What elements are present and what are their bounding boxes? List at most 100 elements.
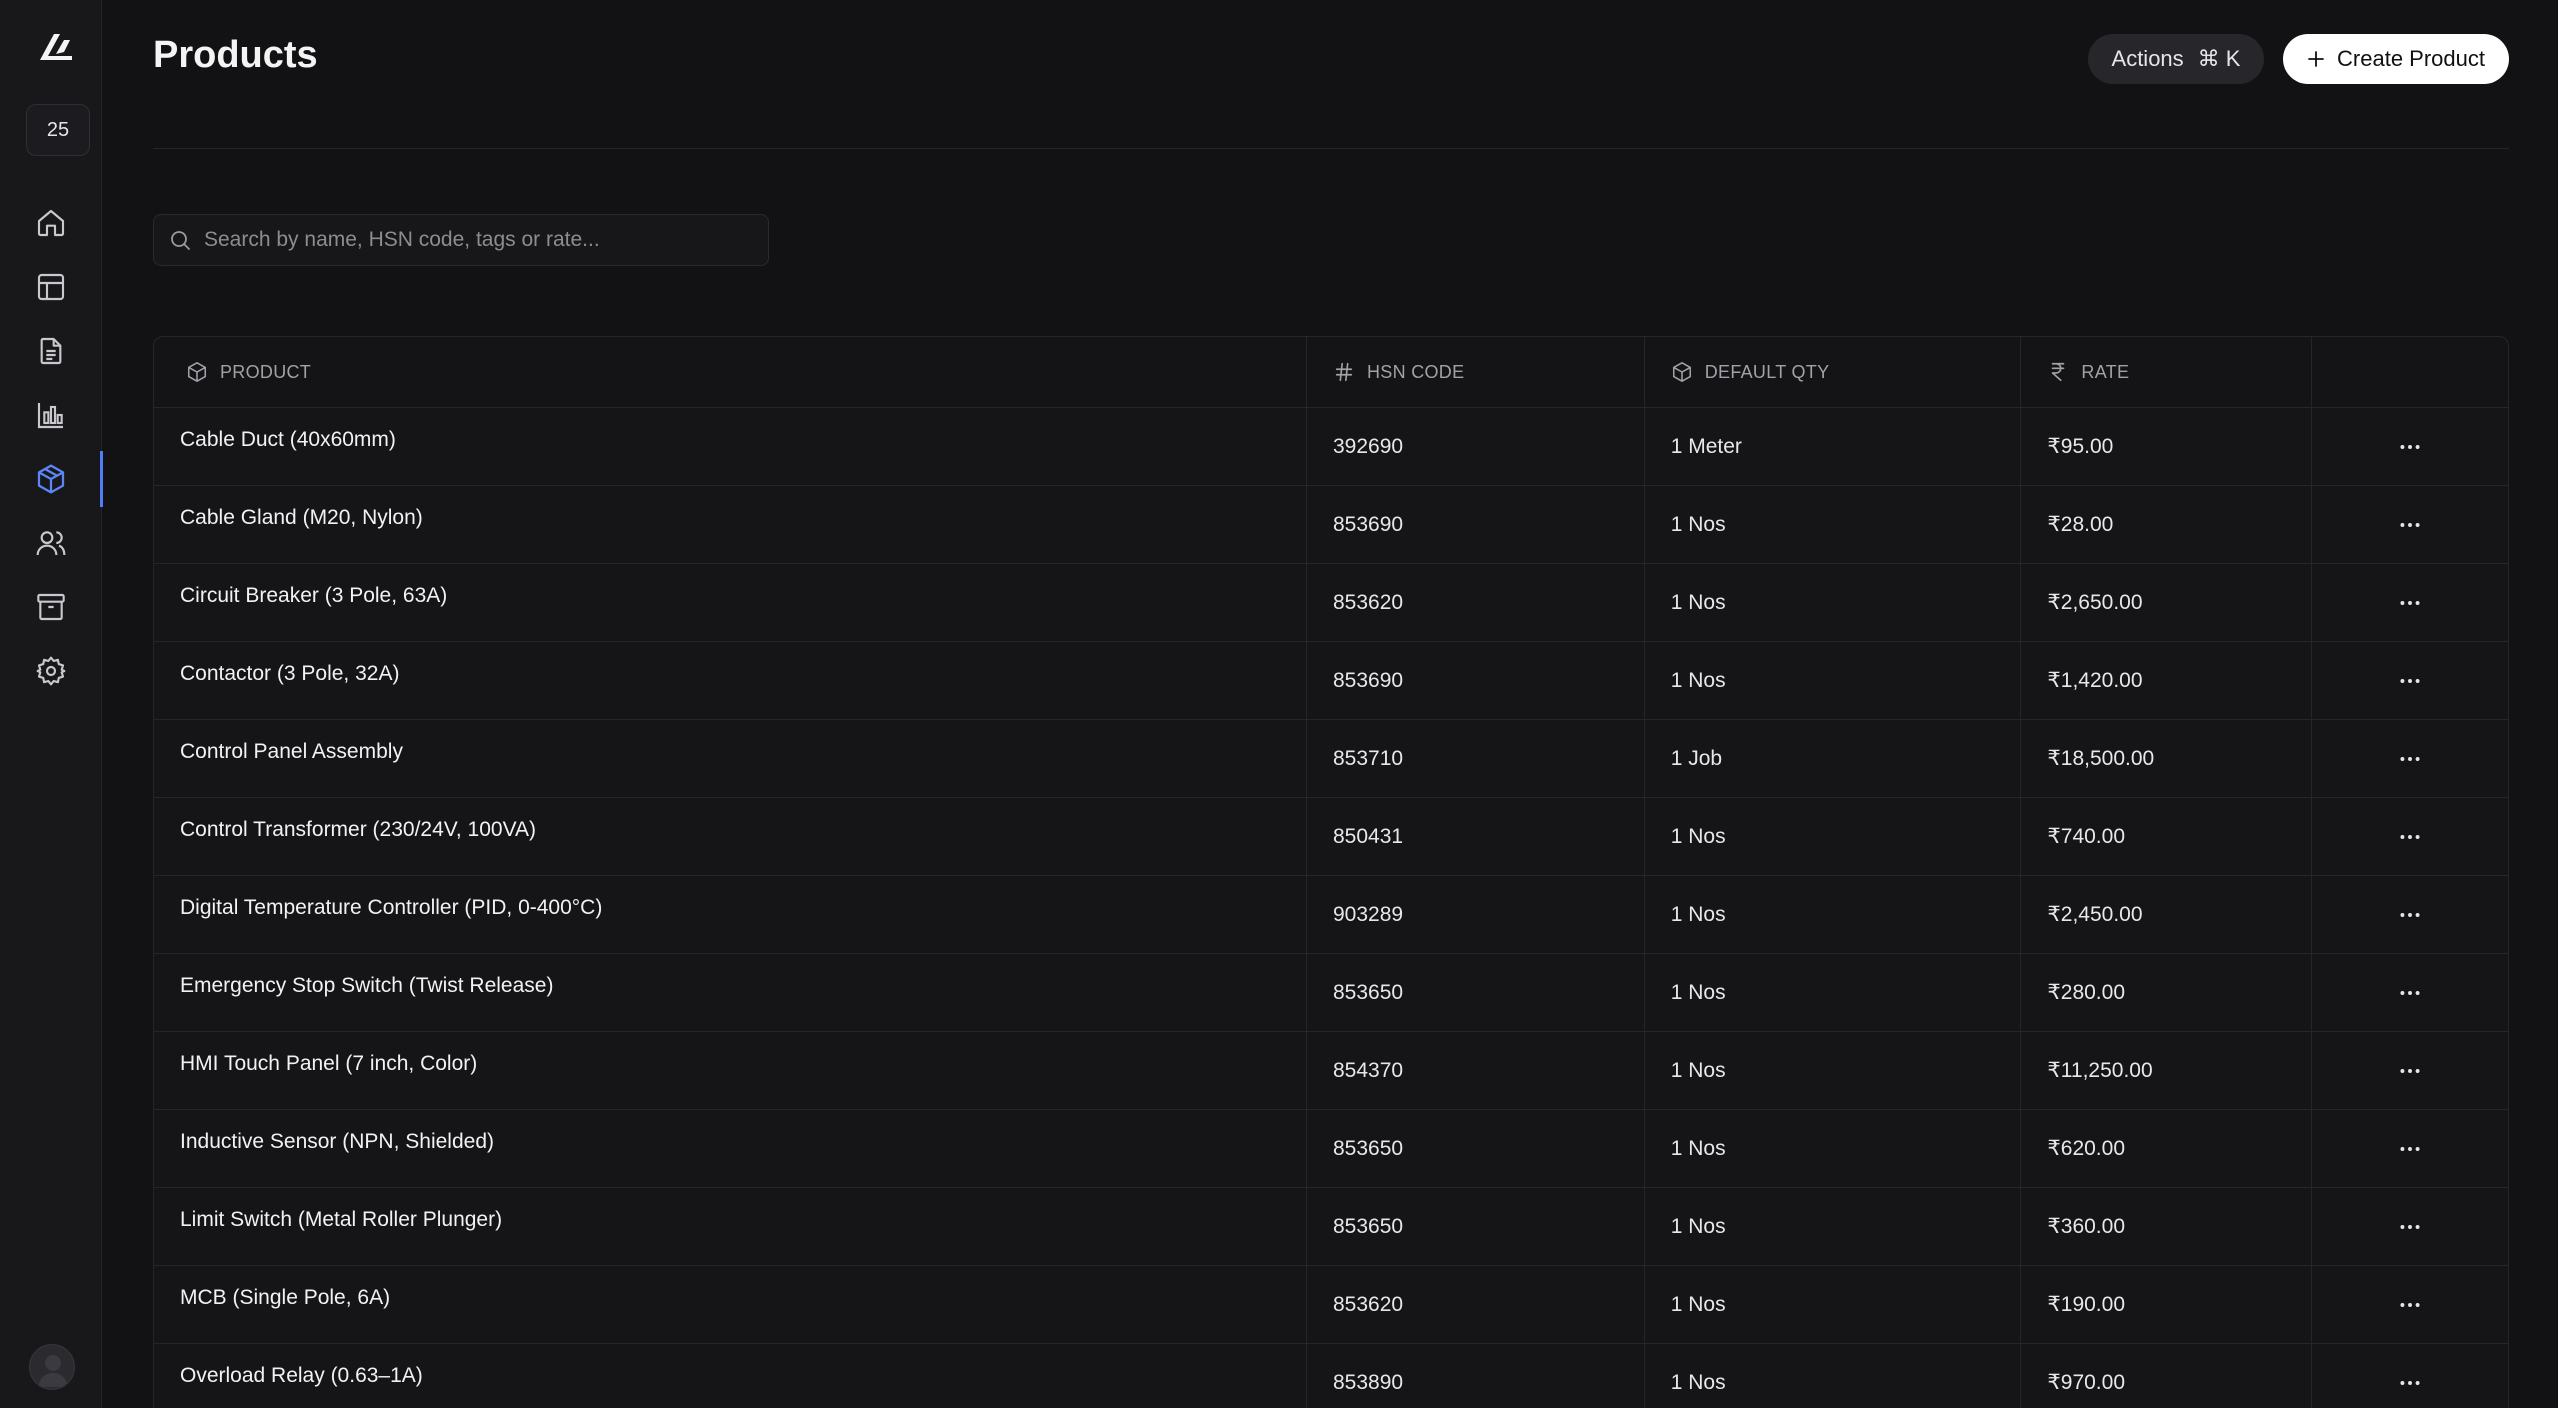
product-name[interactable]: Inductive Sensor (NPN, Shielded) [154,1110,1307,1187]
table-row[interactable]: Digital Temperature Controller (PID, 0-4… [154,876,2508,954]
rate: ₹190.00 [2021,1266,2313,1343]
row-actions-button[interactable] [2312,1266,2508,1343]
table-row[interactable]: MCB (Single Pole, 6A) 853620 1 Nos ₹190.00 [154,1266,2508,1344]
create-product-button[interactable]: Create Product [2283,34,2509,84]
more-horizontal-icon [2400,600,2420,605]
row-actions-button[interactable] [2312,1344,2508,1408]
nav-settings[interactable] [0,643,102,699]
row-actions-button[interactable] [2312,1110,2508,1187]
table-row[interactable]: Cable Gland (M20, Nylon) 853690 1 Nos ₹28.0… [154,486,2508,564]
more-horizontal-icon [2400,1146,2420,1151]
nav-reports[interactable] [0,387,102,443]
rate: ₹18,500.00 [2021,720,2313,797]
nav-archive[interactable] [0,579,102,635]
more-horizontal-icon [2400,1224,2420,1229]
default-qty: 1 Nos [1645,798,2022,875]
product-name[interactable]: Cable Gland (M20, Nylon) [154,486,1307,563]
more-horizontal-icon [2400,834,2420,839]
product-name[interactable]: Cable Duct (40x60mm) [154,408,1307,485]
document-icon [40,337,62,365]
column-hsn-code-label: HSN CODE [1367,361,1465,382]
hash-icon [1335,362,1353,382]
default-qty: 1 Nos [1645,1344,2022,1408]
row-actions-button[interactable] [2312,1188,2508,1265]
workspace-badge[interactable]: 25 [26,104,90,156]
default-qty: 1 Nos [1645,1110,2022,1187]
row-actions-button[interactable] [2312,954,2508,1031]
row-actions-button[interactable] [2312,1032,2508,1109]
column-product-label: PRODUCT [220,361,312,382]
column-rate[interactable]: RATE [2021,337,2313,407]
column-default-qty[interactable]: DEFAULT QTY [1645,337,2022,407]
rate: ₹11,250.00 [2021,1032,2313,1109]
rate: ₹280.00 [2021,954,2313,1031]
product-name[interactable]: Limit Switch (Metal Roller Plunger) [154,1188,1307,1265]
table-row[interactable]: Overload Relay (0.63–1A) 853890 1 Nos ₹970.… [154,1344,2508,1408]
app-logo[interactable] [38,32,74,62]
nav-documents[interactable] [0,323,102,379]
products-table: PRODUCT HSN CODE DEFAULT QTY RATE Cable … [153,336,2509,1408]
row-actions-button[interactable] [2312,564,2508,641]
default-qty: 1 Nos [1645,564,2022,641]
table-row[interactable]: Control Transformer (230/24V, 100VA) 8504… [154,798,2508,876]
row-actions-button[interactable] [2312,486,2508,563]
more-horizontal-icon [2400,1302,2420,1307]
table-row[interactable]: Control Panel Assembly 853710 1 Job ₹18,500… [154,720,2508,798]
table-row[interactable]: Circuit Breaker (3 Pole, 63A) 853620 1 Nos… [154,564,2508,642]
row-actions-button[interactable] [2312,642,2508,719]
row-actions-button[interactable] [2312,720,2508,797]
column-product[interactable]: PRODUCT [154,337,1307,407]
column-hsn-code[interactable]: HSN CODE [1307,337,1645,407]
product-name[interactable]: Overload Relay (0.63–1A) [154,1344,1307,1408]
product-name[interactable]: Contactor (3 Pole, 32A) [154,642,1307,719]
search-box[interactable] [153,214,769,266]
search-input[interactable] [204,228,764,252]
product-name[interactable]: Emergency Stop Switch (Twist Release) [154,954,1307,1031]
column-actions [2312,337,2508,407]
row-actions-button[interactable] [2312,876,2508,953]
table-row[interactable]: Cable Duct (40x60mm) 392690 1 Meter ₹95.00 [154,408,2508,486]
table-row[interactable]: Contactor (3 Pole, 32A) 853690 1 Nos ₹1,420… [154,642,2508,720]
more-horizontal-icon [2400,990,2420,995]
default-qty: 1 Nos [1645,1266,2022,1343]
row-actions-button[interactable] [2312,408,2508,485]
product-name[interactable]: Circuit Breaker (3 Pole, 63A) [154,564,1307,641]
table-row[interactable]: Emergency Stop Switch (Twist Release) 853… [154,954,2508,1032]
product-name[interactable]: Digital Temperature Controller (PID, 0-4… [154,876,1307,953]
product-name[interactable]: Control Transformer (230/24V, 100VA) [154,798,1307,875]
table-row[interactable]: HMI Touch Panel (7 inch, Color) 854370 1 N… [154,1032,2508,1110]
table-icon [37,273,65,301]
table-row[interactable]: Inductive Sensor (NPN, Shielded) 853650 1 … [154,1110,2508,1188]
user-avatar[interactable] [29,1344,75,1390]
default-qty: 1 Nos [1645,954,2022,1031]
nav-tables[interactable] [0,259,102,315]
product-name[interactable]: MCB (Single Pole, 6A) [154,1266,1307,1343]
page-title: Products [153,34,318,76]
rupee-icon [2052,362,2065,382]
rate: ₹970.00 [2021,1344,2313,1408]
default-qty: 1 Nos [1645,1032,2022,1109]
column-default-qty-label: DEFAULT QTY [1704,361,1830,382]
hsn-code: 854370 [1307,1032,1645,1109]
hsn-code: 853690 [1307,486,1645,563]
nav-products[interactable] [0,451,103,507]
nav-customers[interactable] [0,515,102,571]
more-horizontal-icon [2400,756,2420,761]
package-icon [1672,362,1691,382]
more-horizontal-icon [2400,1068,2420,1073]
table-row[interactable]: Limit Switch (Metal Roller Plunger) 85365… [154,1188,2508,1266]
actions-button[interactable]: Actions ⌘ K [2088,34,2264,84]
hsn-code: 853620 [1307,564,1645,641]
default-qty: 1 Job [1645,720,2022,797]
archive-icon [37,593,65,621]
hsn-code: 903289 [1307,876,1645,953]
row-actions-button[interactable] [2312,798,2508,875]
rate: ₹360.00 [2021,1188,2313,1265]
more-horizontal-icon [2400,444,2420,449]
nav-home[interactable] [0,195,102,251]
rate: ₹95.00 [2021,408,2313,485]
default-qty: 1 Nos [1645,876,2022,953]
product-name[interactable]: Control Panel Assembly [154,720,1307,797]
actions-label: Actions [2111,46,2184,71]
product-name[interactable]: HMI Touch Panel (7 inch, Color) [154,1032,1307,1109]
